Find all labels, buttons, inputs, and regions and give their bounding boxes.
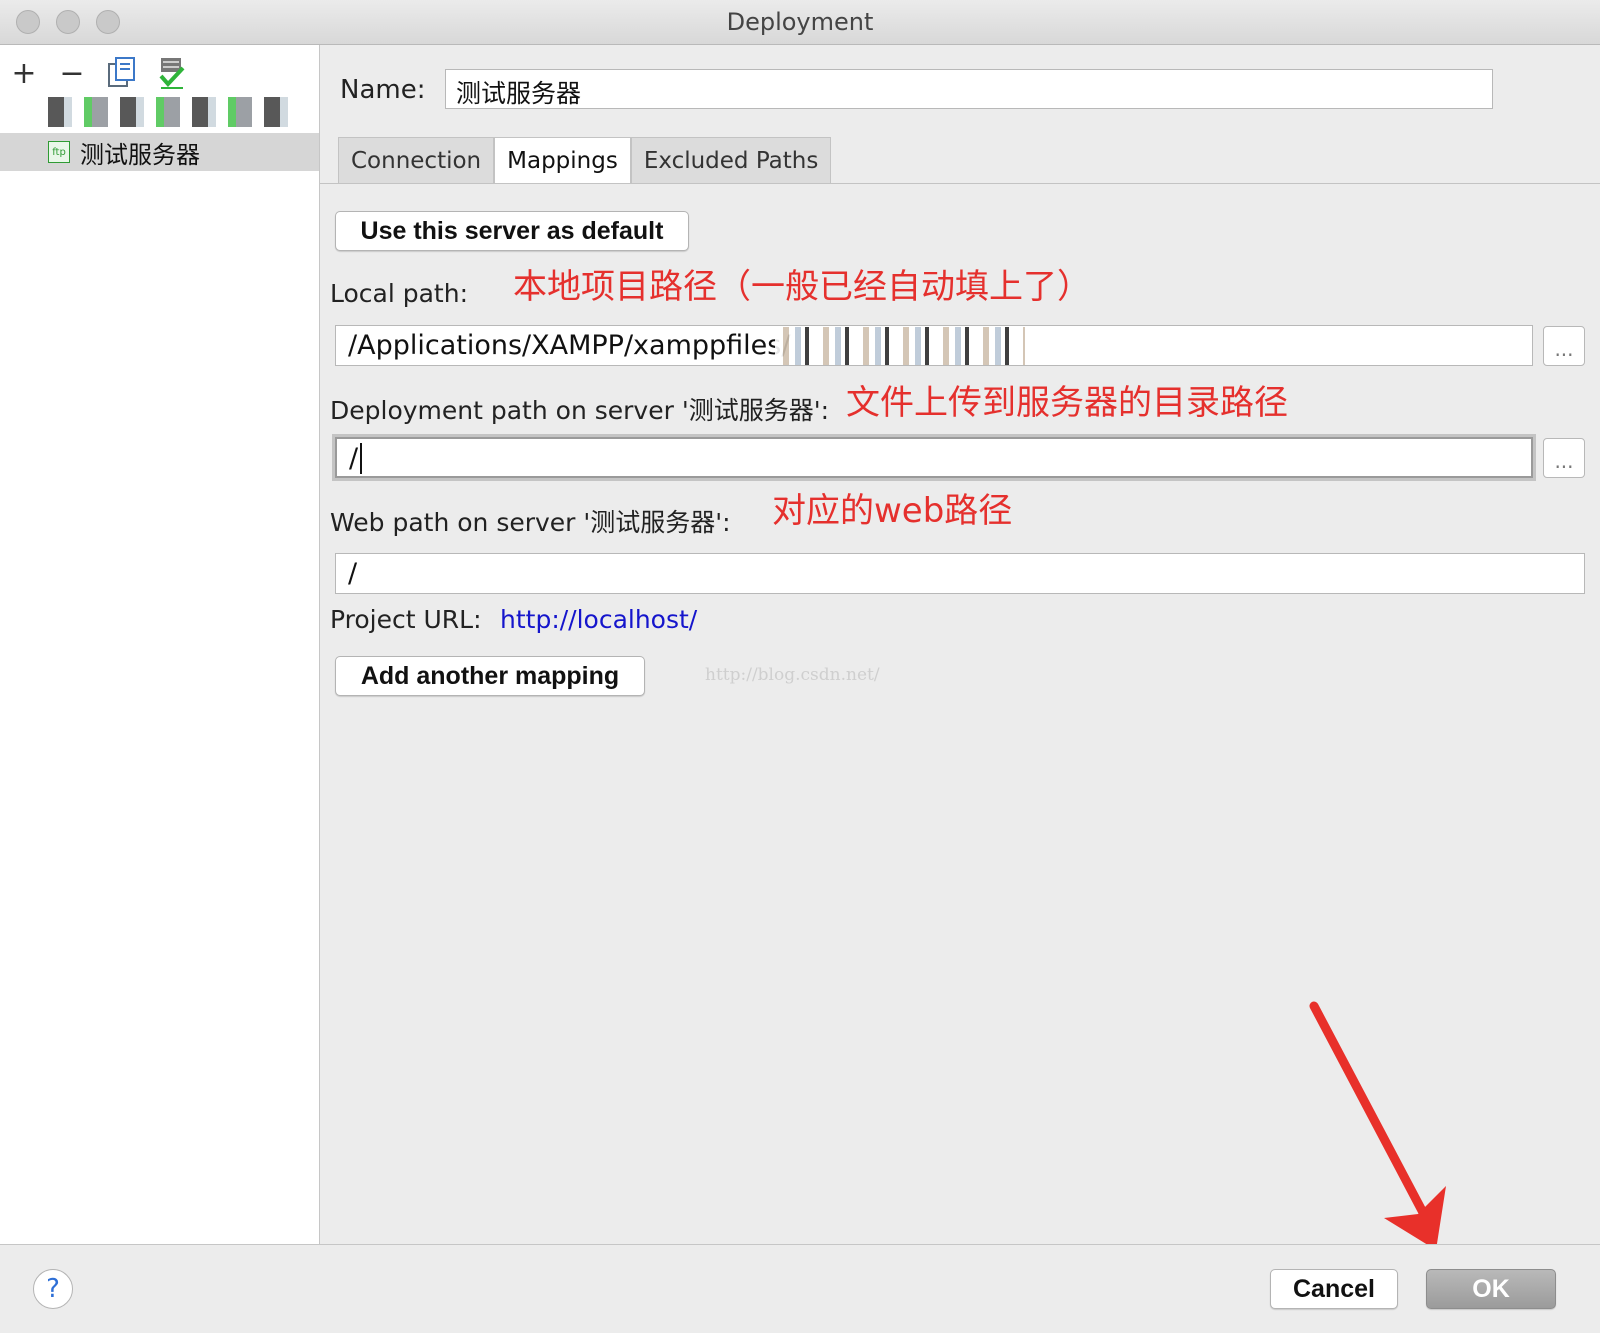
add-server-button[interactable]: + [6,53,42,93]
name-input[interactable]: 测试服务器 [445,69,1493,109]
dialog-footer: ? Cancel OK [0,1244,1600,1333]
tab-mappings[interactable]: Mappings [494,137,631,183]
window-title: Deployment [726,8,874,36]
web-path-annotation: 对应的web路径 [772,491,1013,531]
obscured-path-segment [775,327,1025,365]
red-arrow-annotation [1309,1001,1446,1250]
name-label: Name: [340,75,426,105]
use-as-default-button[interactable]: Use this server as default [335,211,689,251]
copy-icon[interactable] [104,53,140,93]
set-default-icon[interactable] [154,53,190,93]
server-list-panel: + − ftp 测试服务器 [0,45,320,1244]
watermark: http://blog.csdn.net/ [705,665,880,685]
help-button[interactable]: ? [33,1269,73,1309]
ok-button[interactable]: OK [1426,1269,1556,1309]
deployment-path-annotation: 文件上传到服务器的目录路径 [846,383,1288,423]
local-path-annotation: 本地项目路径（一般已经自动填上了） [513,267,1091,307]
server-list-item-label: 测试服务器 [80,140,200,169]
deployment-path-browse-button[interactable]: ... [1543,438,1585,478]
text-cursor [360,443,363,474]
web-path-field[interactable]: / [335,553,1585,594]
web-path-label: Web path on server '测试服务器': [330,508,731,537]
deployment-path-label: Deployment path on server '测试服务器': [330,396,829,425]
add-mapping-button[interactable]: Add another mapping [335,656,645,696]
tab-divider [320,183,1600,184]
deployment-path-value: / [349,443,359,474]
ftp-icon: ftp [48,141,70,163]
local-path-value: /Applications/XAMPP/xamppfiles/ [348,330,791,361]
remove-server-button[interactable]: − [54,53,90,93]
cancel-button[interactable]: Cancel [1270,1269,1398,1309]
tab-connection[interactable]: Connection [338,137,495,183]
server-list-item-selected[interactable]: ftp 测试服务器 [0,133,319,171]
project-url-link[interactable]: http://localhost/ [500,605,697,634]
settings-tabs: Connection Mappings Excluded Paths [338,137,832,183]
title-bar: Deployment [0,0,1600,45]
tab-excluded-paths[interactable]: Excluded Paths [630,137,832,183]
project-url-label: Project URL: [330,605,482,634]
deployment-path-field[interactable]: / [335,437,1533,478]
local-path-label: Local path: [330,279,469,308]
local-path-browse-button[interactable]: ... [1543,326,1585,366]
obscured-server-entry[interactable] [48,97,298,127]
